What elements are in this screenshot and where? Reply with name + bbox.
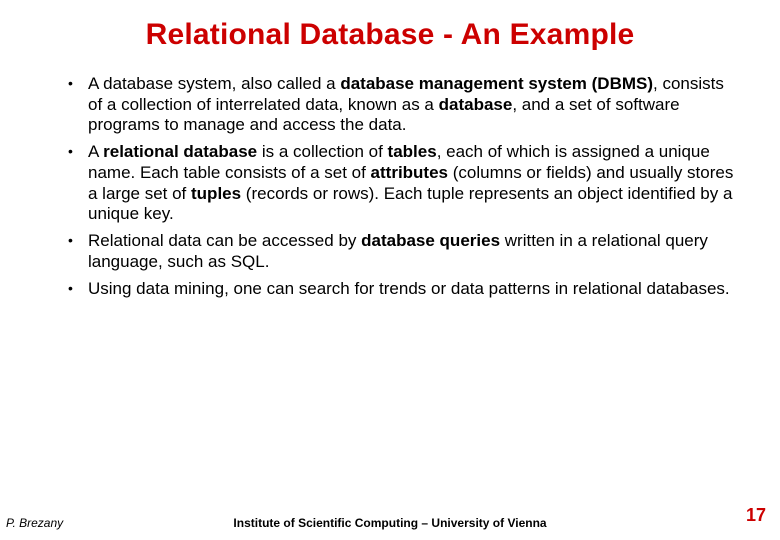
bullet-item: A relational database is a collection of… <box>66 142 742 225</box>
slide-content: A database system, also called a databas… <box>0 62 780 299</box>
footer-institute: Institute of Scientific Computing – Univ… <box>0 516 780 530</box>
bold-text: tables <box>388 142 437 161</box>
bold-text: attributes <box>371 163 448 182</box>
bold-text: database <box>439 95 513 114</box>
bullet-item: A database system, also called a databas… <box>66 74 742 136</box>
text: A <box>88 142 103 161</box>
slide-title: Relational Database - An Example <box>0 0 780 62</box>
text: A database system, also called a <box>88 74 340 93</box>
slide: Relational Database - An Example A datab… <box>0 0 780 540</box>
bold-text: database management system (DBMS) <box>340 74 653 93</box>
bullet-list: A database system, also called a databas… <box>66 74 742 299</box>
bold-text: relational database <box>103 142 257 161</box>
text: Relational data can be accessed by <box>88 231 361 250</box>
bold-text: database queries <box>361 231 500 250</box>
text: Using data mining, one can search for tr… <box>88 279 730 298</box>
page-number: 17 <box>746 505 766 526</box>
bold-text: tuples <box>191 184 241 203</box>
bullet-item: Relational data can be accessed by datab… <box>66 231 742 272</box>
bullet-item: Using data mining, one can search for tr… <box>66 279 742 300</box>
text: is a collection of <box>257 142 387 161</box>
